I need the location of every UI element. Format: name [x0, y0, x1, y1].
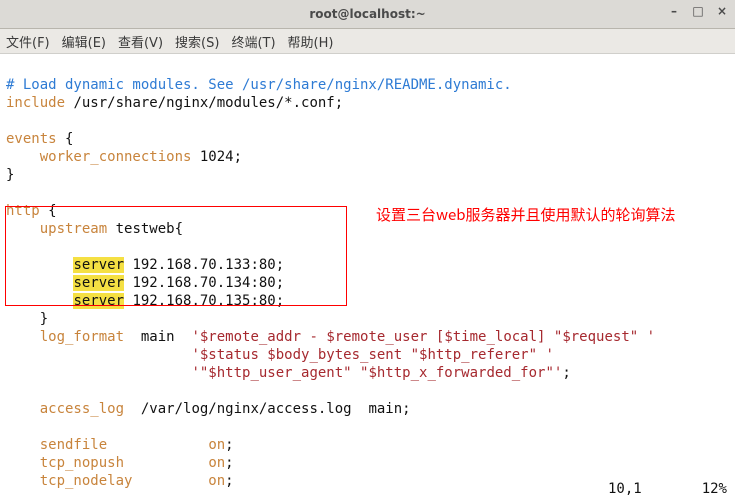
kw-upstream: upstream [40, 221, 107, 237]
menu-terminal[interactable]: 终端(T) [231, 32, 275, 51]
scroll-percent: 12% [702, 481, 727, 497]
upstream-rbrace: } [40, 311, 48, 327]
wc-semi: ; [234, 149, 242, 165]
np-semi: ; [225, 455, 233, 471]
main-word: main [141, 329, 175, 345]
code-comment: # Load dynamic modules. See /usr/share/n… [6, 77, 512, 93]
menu-file[interactable]: 文件(F) [6, 32, 50, 51]
kw-sendfile: sendfile [40, 437, 107, 453]
kw-events: events [6, 131, 57, 147]
kw-access-log: access_log [40, 401, 124, 417]
upstream-name: testweb{ [107, 221, 183, 237]
path-access: /var/log/nginx/access.log main; [124, 401, 411, 417]
events-lbrace: { [57, 131, 74, 147]
menu-search[interactable]: 搜索(S) [175, 32, 219, 51]
close-button[interactable]: × [715, 4, 729, 18]
kw-log-format: log_format [40, 329, 124, 345]
val-1024: 1024 [200, 149, 234, 165]
events-rbrace: } [6, 167, 14, 183]
menubar: 文件(F) 编辑(E) 查看(V) 搜索(S) 终端(T) 帮助(H) [0, 29, 735, 54]
window-title: root@localhost:~ [309, 7, 425, 21]
kw-server-3: server [73, 293, 124, 309]
kw-worker-connections: worker_connections [40, 149, 192, 165]
kw-on-1: on [208, 437, 225, 453]
kw-http: http [6, 203, 40, 219]
menu-help[interactable]: 帮助(H) [288, 32, 334, 51]
sf-semi: ; [225, 437, 233, 453]
menu-edit[interactable]: 编辑(E) [62, 32, 106, 51]
kw-server-2: server [73, 275, 124, 291]
kw-server-1: server [73, 257, 124, 273]
annotation-text: 设置三台web服务器并且使用默认的轮询算法 [376, 204, 716, 226]
lf-semi: ; [562, 365, 570, 381]
str-lf2: '$status $body_bytes_sent "$http_referer… [191, 347, 553, 363]
window-buttons: – □ × [667, 4, 729, 18]
path-modules: /usr/share/nginx/modules/*.conf; [65, 95, 343, 111]
server-1: 192.168.70.133:80; [124, 257, 284, 273]
menu-view[interactable]: 查看(V) [118, 32, 163, 51]
terminal-content[interactable]: # Load dynamic modules. See /usr/share/n… [0, 54, 735, 503]
kw-include: include [6, 95, 65, 111]
server-2: 192.168.70.134:80; [124, 275, 284, 291]
minimize-button[interactable]: – [667, 4, 681, 18]
kw-on-2: on [208, 455, 225, 471]
status-bar: 10,1 12% [0, 481, 735, 503]
server-3: 192.168.70.135:80; [124, 293, 284, 309]
cursor-position: 10,1 [608, 481, 642, 497]
kw-tcp-nopush: tcp_nopush [40, 455, 124, 471]
http-lbrace: { [40, 203, 57, 219]
maximize-button[interactable]: □ [691, 4, 705, 18]
str-lf1: '$remote_addr - $remote_user [$time_loca… [191, 329, 655, 345]
str-lf3: '"$http_user_agent" "$http_x_forwarded_f… [191, 365, 562, 381]
titlebar: root@localhost:~ – □ × [0, 0, 735, 29]
